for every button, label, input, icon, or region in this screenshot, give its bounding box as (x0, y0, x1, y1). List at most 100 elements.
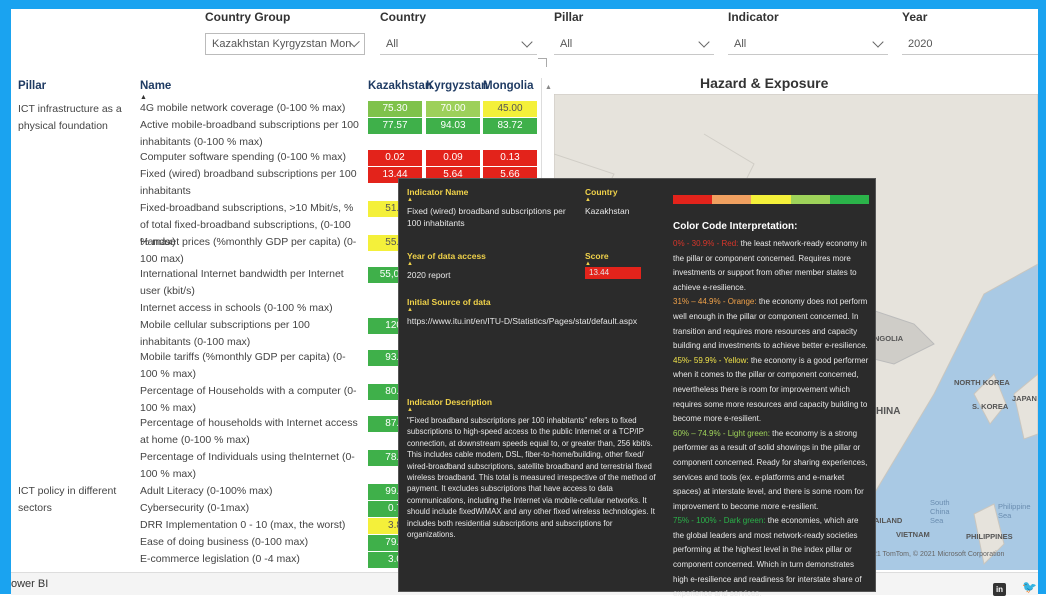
pillar-value: All (560, 37, 573, 50)
map-label: South China Sea (930, 498, 950, 525)
indicator-name: DRR Implementation 0 - 10 (max, the wors… (140, 519, 346, 531)
year-filter-label: Year (902, 10, 928, 24)
color-scale-bar (673, 195, 870, 204)
indicator-name: Cybersecurity (0-1max) (140, 502, 250, 514)
indicator-name: Internet access in schools (0-100 % max) (140, 302, 333, 314)
pillar-group-label: ICT policy in different sectors (18, 485, 117, 514)
cc-red-range: 0% - 30.9% - Red: (673, 239, 739, 248)
sort-ascending-icon: ▲ (407, 197, 413, 203)
country-group-dropdown[interactable]: Kazakhstan Kyrgyzstan Mongolia (205, 33, 365, 55)
cc-lightgreen-text: the economy is a strong performer as a r… (673, 428, 868, 511)
map-label: NORTH KOREA (954, 378, 1010, 387)
indicator-name: 4G mobile network coverage (0-100 % max) (140, 102, 346, 114)
color-scale-segment (751, 195, 791, 204)
indicator-value: All (734, 37, 747, 50)
tooltip-description-label: Indicator Description (407, 397, 493, 407)
chevron-down-icon (521, 35, 533, 48)
tooltip-country: Kazakhstan (585, 206, 630, 216)
indicator-name: Mobile cellular subscriptions per 100 in… (140, 319, 310, 348)
score-cell[interactable]: 0.09 (426, 150, 480, 166)
country-label: Country (380, 10, 426, 24)
sort-ascending-icon: ▲ (407, 407, 413, 413)
indicator-name: Percentage of Households with a computer… (140, 385, 357, 414)
column-header-kazakhstan[interactable]: Kazakhstan (368, 80, 432, 92)
color-scale-segment (673, 195, 713, 204)
map-title: Hazard & Exposure (700, 75, 829, 91)
year-value: 2020 (908, 37, 933, 50)
tooltip-indicator-name: Fixed (wired) broadband subscriptions pe… (407, 206, 566, 228)
tooltip-year-label: Year of data access (407, 251, 486, 261)
chevron-down-icon (698, 35, 710, 48)
cc-lightgreen-range: 60% – 74.9% - Light green: (673, 428, 770, 438)
tooltip-score: 13.44 (585, 267, 641, 279)
color-scale-segment (790, 195, 830, 204)
indicator-name: Ease of doing business (0-100 max) (140, 536, 309, 548)
column-header-mongolia[interactable]: Mongolia (483, 80, 533, 92)
tooltip-score-label: Score (585, 251, 609, 261)
score-cell[interactable]: 83.72 (483, 118, 537, 134)
score-cell[interactable]: 0.13 (483, 150, 537, 166)
indicator-name: Mobile tariffs (%monthly GDP per capita)… (140, 351, 346, 380)
map-label: AILAND (874, 516, 903, 525)
frame-accent-right (1038, 0, 1046, 594)
expand-icon[interactable] (538, 58, 547, 67)
cc-darkgreen-text: the economies, which are the global lead… (673, 516, 862, 599)
country-group-filter: Country Group Kazakhstan Kyrgyzstan Mong… (205, 10, 365, 55)
pillar-dropdown[interactable]: All (554, 33, 714, 55)
column-header-name[interactable]: Name (140, 80, 171, 92)
score-cell[interactable]: 94.03 (426, 118, 480, 134)
scroll-up-icon[interactable]: ▲ (545, 84, 552, 91)
indicator-filter: Indicator All (728, 10, 888, 55)
tooltip-country-label: Country (585, 187, 618, 197)
cc-darkgreen-range: 75% - 100% - Dark green: (673, 516, 766, 526)
color-scale-segment (829, 195, 870, 204)
indicator-name: International Internet bandwidth per Int… (140, 268, 344, 297)
pillar-filter-label: Pillar (554, 10, 584, 24)
score-cell[interactable]: 77.57 (368, 118, 422, 134)
country-group-value: Kazakhstan Kyrgyzstan Mongolia (212, 38, 352, 50)
sort-ascending-icon: ▲ (585, 197, 591, 203)
brand-label: ower BI (11, 578, 49, 590)
indicator-name: Computer software spending (0-100 % max) (140, 151, 347, 163)
map-copyright: ©2021 TomTom, © 2021 Microsoft Corporati… (860, 551, 1005, 558)
score-cell[interactable]: 70.00 (426, 101, 480, 117)
twitter-icon[interactable]: 🐦 (1022, 580, 1037, 594)
chevron-down-icon (872, 35, 884, 48)
cc-yellow-text: the economy is a good performer when it … (673, 355, 869, 424)
frame-accent-top (0, 0, 1046, 9)
column-header-kyrgyzstan[interactable]: Kyrgyzstan (426, 80, 488, 92)
score-cell[interactable]: 75.30 (368, 101, 422, 117)
indicator-filter-label: Indicator (728, 10, 779, 24)
indicator-dropdown[interactable]: All (728, 33, 888, 55)
indicator-name: Handset prices (%monthly GDP per capita)… (140, 236, 357, 265)
tooltip-year: 2020 report (407, 270, 451, 280)
color-code-text: 0% - 30.9% - Red: the least network-read… (673, 237, 869, 602)
country-filter: Country All (380, 10, 537, 55)
indicator-name: Active mobile-broadband subscriptions pe… (140, 119, 359, 148)
map-label: Philippine Sea (998, 502, 1031, 520)
indicator-name: Fixed (wired) broadband subscriptions pe… (140, 168, 357, 197)
indicator-tooltip: Indicator Name ▲ Fixed (wired) broadband… (398, 178, 876, 598)
pillar-filter: Pillar All (554, 10, 714, 55)
linkedin-icon[interactable]: in (993, 583, 1006, 596)
country-group-label: Country Group (205, 10, 291, 24)
sort-ascending-icon: ▲ (407, 307, 413, 313)
cc-yellow-range: 45%- 59.9% - Yellow: (673, 355, 749, 365)
tooltip-source: https://www.itu.int/en/ITU-D/Statistics/… (407, 316, 638, 326)
tooltip-indicator-name-label: Indicator Name (407, 187, 469, 197)
map-label: S. KOREA (972, 402, 1009, 411)
map-label: JAPAN (1012, 394, 1037, 403)
indicator-name: Adult Literacy (0-100% max) (140, 485, 273, 497)
score-cell[interactable]: 45.00 (483, 101, 537, 117)
color-scale-segment (712, 195, 752, 204)
cc-orange-range: 31% – 44.9% - Orange: (673, 297, 757, 307)
year-dropdown[interactable]: 2020 (902, 33, 1038, 55)
country-dropdown[interactable]: All (380, 33, 537, 55)
indicator-name: Percentage of households with Internet a… (140, 417, 358, 446)
map-label: VIETNAM (896, 530, 930, 539)
column-header-pillar[interactable]: Pillar (18, 80, 46, 92)
score-cell[interactable]: 0.02 (368, 150, 422, 166)
indicator-name: Percentage of Individuals using theInter… (140, 451, 355, 480)
sort-ascending-icon: ▲ (407, 261, 413, 267)
year-filter: Year 2020 (902, 10, 1038, 55)
